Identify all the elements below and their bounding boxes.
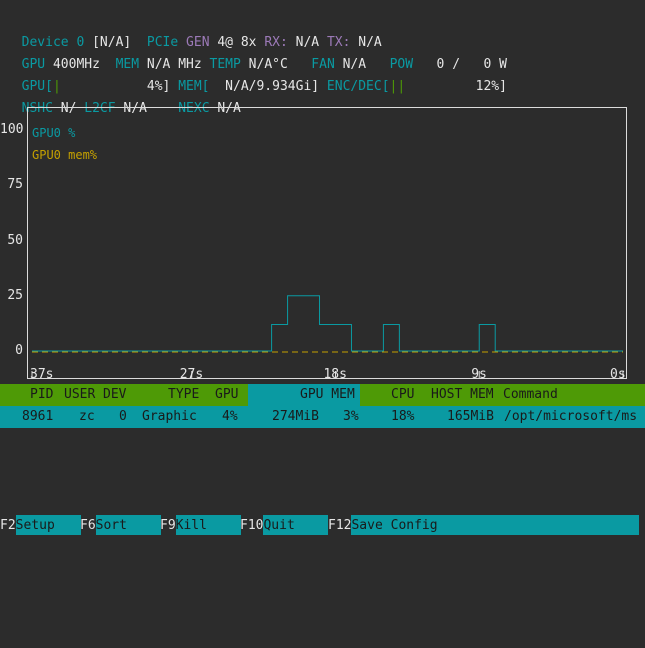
- cell-dev: 0: [119, 409, 127, 424]
- utilization-chart: [31, 295, 624, 379]
- col-user[interactable]: USER: [64, 384, 95, 406]
- col-pid[interactable]: PID: [30, 384, 53, 406]
- function-key-bar: F2Setup F6Sort F9Kill F10Quit F12Save Co…: [0, 515, 645, 535]
- x-tick-label: 9s: [471, 367, 487, 382]
- fkey-label: F9: [160, 518, 176, 533]
- cell-type: Graphic: [142, 409, 197, 424]
- cell-gpu-mem-pct: 3%: [343, 409, 359, 424]
- f9-kill-key[interactable]: F9Kill: [160, 515, 241, 535]
- fkey-label: F6: [80, 518, 96, 533]
- col-command[interactable]: Command: [503, 384, 558, 406]
- process-table-header: PID USER DEV TYPE GPU GPU MEM CPU HOST M…: [0, 384, 645, 406]
- cell-cpu: 18%: [391, 409, 415, 424]
- f12-save-config-key[interactable]: F12Save Config: [328, 515, 640, 535]
- table-row[interactable]: 8961 zc 0 Graphic 4% 274MiB 3% 18% 165Mi…: [0, 406, 645, 428]
- col-dev[interactable]: DEV: [103, 384, 126, 406]
- x-tick-label: 37s: [30, 367, 54, 382]
- fkey-action: Kill: [175, 515, 241, 535]
- cell-gpu: 4%: [222, 409, 238, 424]
- series-gpu-util-line: [32, 295, 623, 352]
- f10-quit-key[interactable]: F10Quit: [240, 515, 329, 535]
- cell-user: zc: [79, 409, 95, 424]
- x-tick-label: 18s: [323, 367, 347, 382]
- cell-command: /opt/microsoft/ms: [504, 409, 638, 424]
- col-gpu[interactable]: GPU: [215, 384, 238, 406]
- fkey-label: F12: [328, 518, 352, 533]
- col-type[interactable]: TYPE: [168, 384, 199, 406]
- cell-gpu-mem: 274MiB: [272, 409, 319, 424]
- col-gpu-mem[interactable]: GPU MEM: [300, 384, 355, 406]
- fkey-label: F2: [0, 518, 16, 533]
- legend-mem: GPU0 mem%: [32, 148, 98, 162]
- col-host-mem[interactable]: HOST MEM: [431, 384, 494, 406]
- legend-gpu: GPU0 %: [32, 126, 76, 140]
- fkey-action: Setup: [15, 515, 81, 535]
- fkey-action: Quit: [263, 515, 329, 535]
- x-tick-label: 0s: [610, 367, 626, 382]
- fkey-action: Save Config: [351, 515, 640, 535]
- fkey-action: Sort: [95, 515, 161, 535]
- cell-host-mem: 165MiB: [447, 409, 494, 424]
- cell-pid: 8961: [22, 409, 54, 424]
- f2-setup-key[interactable]: F2Setup: [0, 515, 81, 535]
- fkey-label: F10: [240, 518, 264, 533]
- col-cpu[interactable]: CPU: [391, 384, 414, 406]
- f6-sort-key[interactable]: F6Sort: [80, 515, 161, 535]
- x-tick-label: 27s: [179, 367, 204, 382]
